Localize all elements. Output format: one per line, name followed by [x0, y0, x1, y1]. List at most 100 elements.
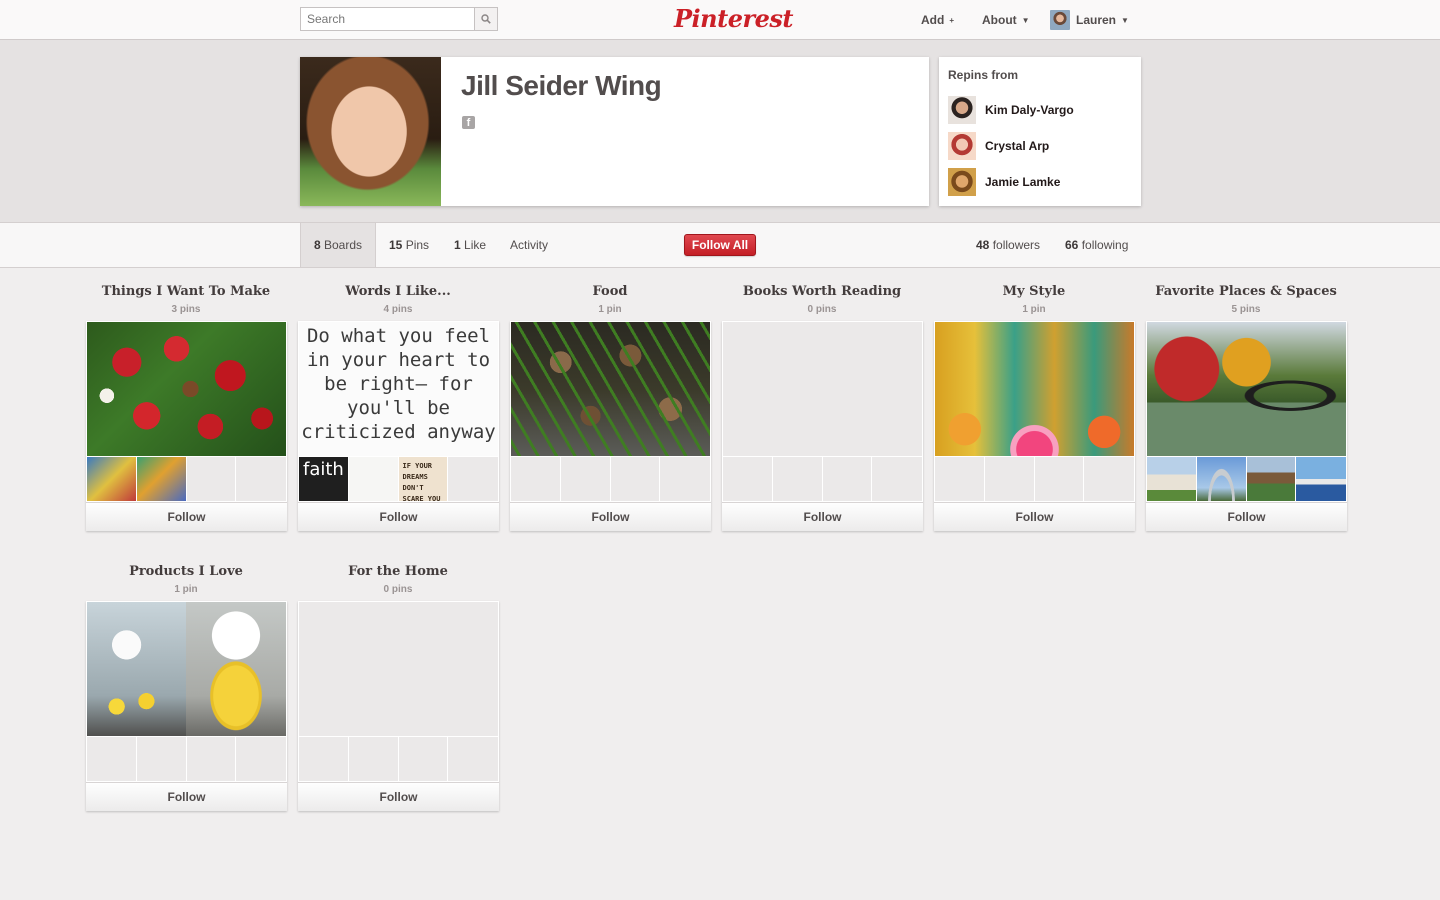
board-title[interactable]: My Style: [914, 284, 1154, 299]
pinterest-logo[interactable]: Pinterest: [674, 3, 793, 35]
board-thumbnails: [87, 737, 286, 781]
repin-user-name: Kim Daly-Vargo: [985, 103, 1074, 117]
board-main-image: [935, 322, 1134, 456]
nav-user-menu[interactable]: Lauren ▼: [1050, 0, 1129, 40]
board-cover[interactable]: Follow: [86, 321, 287, 531]
board-thumbnail: [87, 737, 136, 781]
board-title[interactable]: For the Home: [278, 564, 518, 579]
follow-board-button[interactable]: Follow: [298, 782, 499, 811]
board-title[interactable]: Favorite Places & Spaces: [1126, 284, 1366, 299]
board-pin-count: 0 pins: [807, 304, 837, 315]
facebook-icon[interactable]: f: [462, 116, 475, 129]
board-thumbnail: [723, 457, 772, 501]
follow-board-button[interactable]: Follow: [298, 502, 499, 531]
search-bar: [300, 7, 498, 31]
follow-board-button[interactable]: Follow: [934, 502, 1135, 531]
board-thumbnails: [87, 457, 286, 501]
board-main-image: [723, 322, 922, 456]
board-main-image: [87, 602, 286, 736]
board-cover[interactable]: Follow: [298, 601, 499, 811]
repin-user-name: Jamie Lamke: [985, 175, 1061, 189]
tab-followers[interactable]: 48 followers: [976, 223, 1040, 267]
top-header: Pinterest Add + About ▼ Lauren ▼: [0, 0, 1440, 40]
caret-down-icon: ▼: [1121, 15, 1129, 25]
board-thumbnail: [448, 457, 498, 501]
board-thumbnail: IF YOUR DREAMS DON'T SCARE YOU: [398, 457, 448, 501]
board-thumbnail: faith: [299, 457, 348, 501]
follow-board-button[interactable]: Follow: [86, 502, 287, 531]
board-image-half: [186, 602, 286, 736]
board-thumbnail: [398, 737, 448, 781]
board-thumbnail: [186, 457, 236, 501]
board-cover[interactable]: Follow: [510, 321, 711, 531]
plus-icon: +: [949, 15, 954, 25]
board-thumbnail: [610, 457, 660, 501]
board-title[interactable]: Things I Want To Make: [66, 284, 306, 299]
board-cover[interactable]: Follow: [722, 321, 923, 531]
repin-user[interactable]: Crystal Arp: [948, 128, 1132, 164]
boards-count: 8: [313, 238, 321, 252]
tab-activity[interactable]: Activity: [510, 223, 548, 267]
followers-label: followers: [992, 238, 1041, 252]
board-title[interactable]: Food: [490, 284, 730, 299]
follow-board-button[interactable]: Follow: [86, 782, 287, 811]
board-thumbnail: [935, 457, 984, 501]
board-cover[interactable]: Follow: [934, 321, 1135, 531]
board-thumbnail: [1296, 457, 1346, 501]
boards-label: Boards: [324, 238, 363, 252]
board-thumbnails: [299, 737, 498, 781]
follow-all-button[interactable]: Follow All: [684, 234, 756, 256]
likes-label: Like: [464, 238, 487, 252]
follow-board-button[interactable]: Follow: [510, 502, 711, 531]
board-title[interactable]: Words I Like...: [278, 284, 518, 299]
search-input[interactable]: [300, 7, 474, 31]
activity-label: Activity: [510, 238, 549, 252]
board-thumbnails: [511, 457, 710, 501]
quote-image-text: Do what you feel in your heart to be rig…: [301, 325, 496, 443]
board-thumbnail: [236, 457, 286, 501]
board-thumbnails: [723, 457, 922, 501]
board-title[interactable]: Books Worth Reading: [702, 284, 942, 299]
board-cover[interactable]: Follow: [86, 601, 287, 811]
avatar: [948, 168, 976, 196]
board-pin-count: 1 pin: [1022, 304, 1046, 315]
board-title[interactable]: Products I Love: [66, 564, 306, 579]
profile-stats-bar: 8 Boards 15 Pins 1 Like Activity Follow …: [0, 222, 1440, 268]
board-cover[interactable]: Follow: [1146, 321, 1347, 531]
board-thumbnail: [1246, 457, 1296, 501]
nav-about[interactable]: About ▼: [982, 0, 1030, 40]
tab-boards[interactable]: 8 Boards: [300, 223, 376, 267]
board-pin-count: 5 pins: [1231, 304, 1261, 315]
profile-photo: [300, 57, 441, 206]
board-main-image: [299, 602, 498, 736]
avatar: [948, 132, 976, 160]
tab-likes[interactable]: 1 Like: [454, 223, 486, 267]
board-pin-count: 4 pins: [383, 304, 413, 315]
followers-count: 48: [976, 238, 990, 252]
board-thumbnail: [348, 457, 398, 501]
tab-pins[interactable]: 15 Pins: [389, 223, 429, 267]
likes-count: 1: [454, 238, 461, 252]
search-button[interactable]: [474, 7, 498, 31]
profile-name: Jill Seider Wing: [461, 70, 662, 101]
repin-user[interactable]: Jamie Lamke: [948, 164, 1132, 200]
board-thumbnail: [1147, 457, 1196, 501]
follow-board-button[interactable]: Follow: [1146, 502, 1347, 531]
pins-label: Pins: [405, 238, 430, 252]
board-thumbnail: [348, 737, 398, 781]
board-cover[interactable]: Do what you feel in your heart to be rig…: [298, 321, 499, 531]
repin-user[interactable]: Kim Daly-Vargo: [948, 92, 1132, 128]
repins-from-card: Repins from Kim Daly-Vargo Crystal Arp J…: [939, 57, 1141, 206]
board-thumbnail: [772, 457, 822, 501]
board-image-half: [87, 602, 186, 736]
tab-following[interactable]: 66 following: [1065, 223, 1128, 267]
nav-add-label: Add: [921, 13, 945, 27]
nav-add[interactable]: Add +: [921, 0, 954, 40]
follow-board-button[interactable]: Follow: [722, 502, 923, 531]
board-main-image: [87, 322, 286, 456]
repins-title: Repins from: [948, 68, 1019, 82]
repin-user-name: Crystal Arp: [985, 139, 1050, 153]
search-icon: [481, 14, 491, 24]
board-thumbnail: [1196, 457, 1246, 501]
user-avatar: [1050, 10, 1070, 30]
